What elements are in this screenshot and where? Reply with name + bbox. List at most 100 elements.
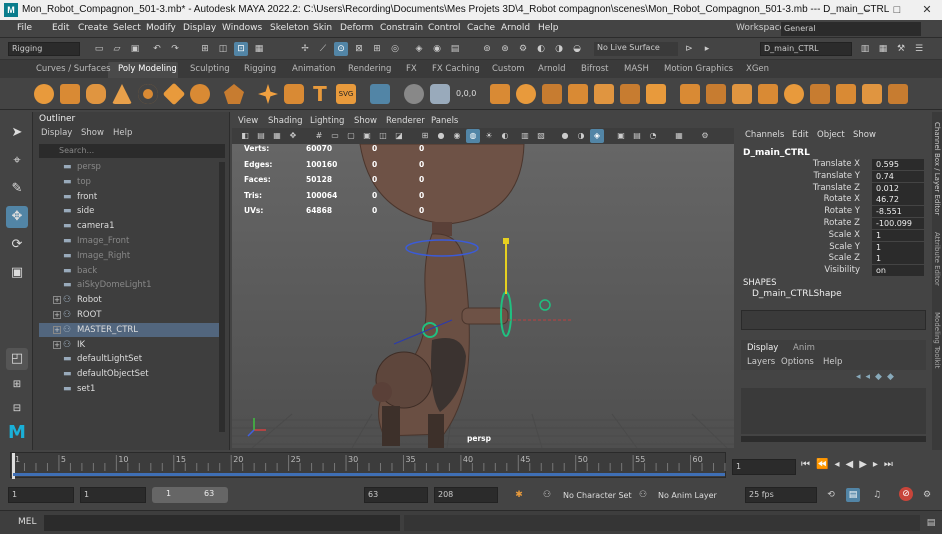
lights-icon[interactable]: ☀ — [482, 129, 496, 143]
ipr-render-icon[interactable]: ⊛ — [498, 42, 512, 56]
menu-deform[interactable]: Deform — [340, 23, 373, 33]
robot-leg-right[interactable] — [428, 414, 444, 448]
wireframe-icon[interactable]: ⊞ — [418, 129, 432, 143]
channel-value-field[interactable]: -8.551 — [872, 206, 924, 218]
history-icon[interactable]: ◈ — [412, 42, 426, 56]
tool-settings-icon[interactable]: ⚒ — [894, 42, 908, 56]
super-shape-icon[interactable] — [258, 84, 278, 104]
command-language-label[interactable]: MEL — [18, 517, 36, 527]
outliner-item[interactable]: ▬ Image_Right — [39, 249, 219, 263]
menu-skin[interactable]: Skin — [313, 23, 332, 33]
character-set-icon[interactable]: ⚇ — [540, 488, 554, 502]
xray-joints-icon[interactable]: ◈ — [590, 129, 604, 143]
channel-value-field[interactable]: 1 — [872, 253, 924, 265]
extrude-icon[interactable] — [542, 84, 562, 104]
range-slider-handle[interactable]: 1 63 — [152, 487, 228, 503]
xray-icon[interactable]: ◑ — [574, 129, 588, 143]
viewport-panel[interactable]: View Shading Lighting Show Renderer Pane… — [232, 114, 734, 448]
shadows-icon[interactable]: ◐ — [498, 129, 512, 143]
outliner-item[interactable]: ▬ aiSkyDomeLight1 — [39, 278, 219, 292]
delete-edge-icon[interactable] — [836, 84, 856, 104]
center-pivot-icon[interactable]: 0,0,0 — [456, 84, 476, 104]
mirror-icon[interactable] — [732, 84, 752, 104]
hud-icon[interactable]: ▤ — [630, 129, 644, 143]
bookmark-icon[interactable]: ▤ — [254, 129, 268, 143]
save-scene-icon[interactable]: ▣ — [128, 42, 142, 56]
redo-icon[interactable]: ↷ — [168, 42, 182, 56]
channel-row[interactable]: Scale Z 1 — [736, 253, 924, 265]
target-weld-icon[interactable] — [706, 84, 726, 104]
exposure-icon[interactable]: ◔ — [646, 129, 660, 143]
script-editor-icon[interactable]: ▤ — [924, 516, 938, 530]
channel-row[interactable]: Translate Z 0.012 — [736, 182, 924, 195]
shelf-tab-bifrost[interactable]: Bifrost — [581, 64, 608, 74]
isolate-icon[interactable]: ● — [558, 129, 572, 143]
channel-row[interactable]: Rotate Y -8.551 — [736, 206, 924, 218]
outliner-item[interactable]: ▬ Image_Front — [39, 234, 219, 248]
poly-disc-icon[interactable] — [190, 84, 210, 104]
shelf-tab-fx[interactable]: FX — [406, 64, 417, 74]
shelf-tab-motion-graphics[interactable]: Motion Graphics — [664, 64, 733, 74]
outliner-item[interactable]: ▬ back — [39, 264, 219, 278]
menu-help[interactable]: Help — [538, 23, 559, 33]
combine-icon[interactable] — [404, 84, 424, 104]
wireframe-on-shaded-icon[interactable]: ◉ — [450, 129, 464, 143]
poly-cube-icon[interactable] — [60, 84, 80, 104]
hypershade-icon[interactable]: ◐ — [534, 42, 548, 56]
shelf-tab-animation[interactable]: Animation — [292, 64, 335, 74]
layer-tab-display[interactable]: Display — [747, 343, 778, 353]
input-line-icon[interactable]: ⊳ — [682, 42, 696, 56]
move-tool-icon[interactable]: ✥ — [6, 206, 28, 228]
play-forward-icon[interactable]: ▶ — [859, 459, 873, 470]
channel-menu-channels[interactable]: Channels — [745, 130, 784, 140]
bevel-icon[interactable] — [594, 84, 614, 104]
channel-value-field[interactable]: on — [872, 265, 924, 277]
shelf-tab-poly-modeling[interactable]: Poly Modeling — [118, 64, 177, 74]
boolean-icon[interactable] — [516, 84, 536, 104]
ao-icon[interactable]: ▥ — [518, 129, 532, 143]
paint-select-icon[interactable]: ✎ — [6, 178, 28, 200]
anim-layer-icon[interactable]: ⚇ — [636, 488, 650, 502]
layer-tab-anim[interactable]: Anim — [793, 343, 815, 353]
uv-editor-icon[interactable] — [370, 84, 390, 104]
vp-menu-panels[interactable]: Panels — [431, 116, 458, 126]
bridge-icon[interactable] — [568, 84, 588, 104]
side-tab-modeling-toolkit[interactable]: Modeling Toolkit — [933, 312, 941, 382]
attribute-editor-icon[interactable]: ▦ — [876, 42, 890, 56]
crease-icon[interactable] — [810, 84, 830, 104]
outliner-item[interactable]: ▬ top — [39, 175, 219, 189]
backface-icon[interactable]: ▣ — [614, 129, 628, 143]
channel-row[interactable]: Rotate X 46.72 — [736, 194, 924, 206]
camera-attr-icon[interactable]: ◧ — [238, 129, 252, 143]
snap-live-icon[interactable]: ◎ — [388, 42, 402, 56]
quad-draw-icon[interactable] — [758, 84, 778, 104]
auto-key-icon[interactable]: ✱ — [512, 488, 526, 502]
fill-hole-icon[interactable] — [620, 84, 640, 104]
outliner-scrollbar[interactable] — [219, 162, 225, 432]
layer-scrollbar[interactable] — [741, 436, 926, 442]
time-slider[interactable]: 1 5 10 15 20 25 30 35 40 45 50 55 60 — [10, 452, 726, 479]
layer-menu-help[interactable]: Help — [823, 357, 842, 367]
play-back-icon[interactable]: ◀ — [845, 459, 859, 470]
outliner-menu-help[interactable]: Help — [113, 128, 132, 138]
gamma-icon[interactable]: ▦ — [672, 129, 686, 143]
vp-menu-show[interactable]: Show — [354, 116, 377, 126]
poly-cylinder-icon[interactable] — [86, 84, 106, 104]
snap-curve-icon[interactable]: ⟋ — [316, 42, 330, 56]
outliner-menu-display[interactable]: Display — [41, 128, 72, 138]
render-frame-icon[interactable]: ⊚ — [480, 42, 494, 56]
channel-row[interactable]: Translate Y 0.74 — [736, 170, 924, 183]
arnold-ipr-icon[interactable]: ◒ — [570, 42, 584, 56]
channel-row[interactable]: Scale Y 1 — [736, 241, 924, 254]
menu-file[interactable]: File — [17, 23, 32, 33]
range-start-field[interactable]: 1 — [80, 487, 146, 503]
outliner-item[interactable]: ▬ defaultObjectSet — [39, 367, 219, 381]
select-hierarchy-icon[interactable]: ⊞ — [198, 42, 212, 56]
object-name-field[interactable]: D_main_CTRL — [760, 42, 852, 56]
channel-row[interactable]: Visibility on — [736, 265, 924, 277]
append-polygon-icon[interactable] — [646, 84, 666, 104]
range-end-field[interactable]: 63 — [364, 487, 428, 503]
render-view-icon[interactable]: ▤ — [448, 42, 462, 56]
channel-row[interactable]: Translate X 0.595 — [736, 159, 924, 171]
menu-skeleton[interactable]: Skeleton — [270, 23, 309, 33]
